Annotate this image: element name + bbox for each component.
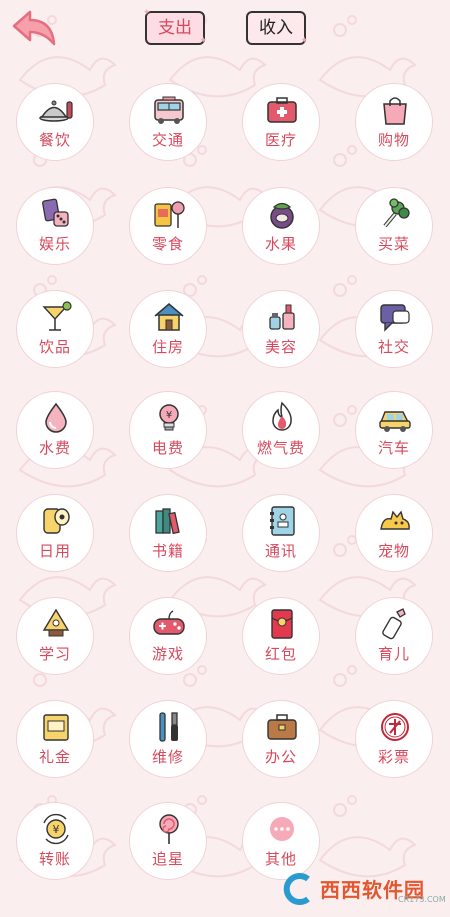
svg-text:¥: ¥ bbox=[166, 410, 172, 421]
category-repair[interactable]: 维修 bbox=[129, 700, 207, 778]
category-label: 娱乐 bbox=[38, 235, 71, 253]
category-shopping[interactable]: 购物 bbox=[355, 83, 433, 161]
category-transfer[interactable]: ¥ 转账 bbox=[16, 802, 94, 880]
category-label: 医疗 bbox=[264, 131, 297, 149]
category-label: 日用 bbox=[38, 542, 71, 560]
category-gift-money[interactable]: 礼金 bbox=[16, 700, 94, 778]
category-label: 通讯 bbox=[264, 542, 297, 560]
category-telecom[interactable]: 通讯 bbox=[242, 494, 320, 572]
water-drop-icon bbox=[45, 402, 67, 433]
category-label: 燃气费 bbox=[256, 439, 305, 457]
category-games[interactable]: 游戏 bbox=[129, 597, 207, 675]
category-pets[interactable]: 宠物 bbox=[355, 494, 433, 572]
category-label: 其他 bbox=[264, 850, 297, 868]
category-childcare[interactable]: 育儿 bbox=[355, 597, 433, 675]
category-beauty[interactable]: 美容 bbox=[242, 290, 320, 368]
car-icon bbox=[379, 411, 411, 432]
category-label: 住房 bbox=[151, 338, 184, 356]
tools-icon bbox=[159, 712, 178, 742]
category-fandom[interactable]: 追星 bbox=[129, 802, 207, 880]
graduation-icon bbox=[42, 608, 70, 637]
category-label: 交通 bbox=[151, 131, 184, 149]
category-label: 购物 bbox=[377, 131, 410, 149]
category-label: 学习 bbox=[38, 645, 71, 663]
gamepad-icon bbox=[153, 610, 185, 635]
category-dining[interactable]: 餐饮 bbox=[16, 83, 94, 161]
category-housing[interactable]: 住房 bbox=[129, 290, 207, 368]
more-icon bbox=[270, 817, 294, 841]
category-label: 零食 bbox=[151, 235, 184, 253]
category-water-bill[interactable]: 水费 bbox=[16, 391, 94, 469]
vegetable-icon bbox=[383, 198, 410, 228]
category-drinks[interactable]: 饮品 bbox=[16, 290, 94, 368]
category-social[interactable]: 社交 bbox=[355, 290, 433, 368]
category-label: 维修 bbox=[151, 748, 184, 766]
category-red-envelope[interactable]: 红包 bbox=[242, 597, 320, 675]
red-envelope-icon bbox=[271, 609, 293, 639]
lottery-icon bbox=[381, 713, 409, 741]
category-lottery[interactable]: 彩票 bbox=[355, 700, 433, 778]
baby-bottle-icon bbox=[382, 608, 406, 640]
category-label: 彩票 bbox=[377, 748, 410, 766]
cocktail-icon bbox=[42, 301, 72, 331]
dining-icon bbox=[39, 100, 73, 122]
house-icon bbox=[154, 303, 184, 331]
category-label: 追星 bbox=[151, 850, 184, 868]
briefcase-icon bbox=[267, 714, 297, 740]
category-fruit[interactable]: 水果 bbox=[242, 187, 320, 265]
svg-text:¥: ¥ bbox=[53, 823, 60, 836]
chat-icon bbox=[380, 304, 410, 332]
category-label: 水果 bbox=[264, 235, 297, 253]
category-snacks[interactable]: 零食 bbox=[129, 187, 207, 265]
category-label: 水费 bbox=[38, 439, 71, 457]
category-study[interactable]: 学习 bbox=[16, 597, 94, 675]
category-label: 育儿 bbox=[377, 645, 410, 663]
watermark-logo-icon bbox=[283, 873, 310, 905]
shopping-bag-icon bbox=[383, 97, 407, 125]
category-label: 礼金 bbox=[38, 748, 71, 766]
watermark: 西西软件园 CR173.COM bbox=[280, 871, 446, 907]
toilet-paper-icon bbox=[43, 508, 70, 534]
snack-lollipop-icon bbox=[154, 201, 185, 228]
category-label: 买菜 bbox=[377, 235, 410, 253]
category-grid: 餐饮 交通 医疗 购物 娱乐 零食 水果 买菜 饮品 住房 美容 社交 水费 ¥… bbox=[0, 0, 450, 917]
category-daily-use[interactable]: 日用 bbox=[16, 494, 94, 572]
dice-cards-icon bbox=[42, 198, 69, 227]
address-book-icon bbox=[270, 506, 295, 536]
watermark-subtext: CR173.COM bbox=[398, 895, 446, 904]
medical-kit-icon bbox=[267, 97, 297, 123]
category-electricity[interactable]: ¥ 电费 bbox=[129, 391, 207, 469]
cosmetics-icon bbox=[269, 304, 295, 330]
gift-money-icon bbox=[43, 714, 69, 741]
category-label: 美容 bbox=[264, 338, 297, 356]
category-label: 汽车 bbox=[377, 439, 410, 457]
category-books[interactable]: 书籍 bbox=[129, 494, 207, 572]
category-entertainment[interactable]: 娱乐 bbox=[16, 187, 94, 265]
mangosteen-icon bbox=[270, 202, 294, 229]
category-groceries[interactable]: 买菜 bbox=[355, 187, 433, 265]
category-office[interactable]: 办公 bbox=[242, 700, 320, 778]
category-transport[interactable]: 交通 bbox=[129, 83, 207, 161]
category-other[interactable]: 其他 bbox=[242, 802, 320, 880]
category-label: 餐饮 bbox=[38, 131, 71, 149]
pet-cat-icon bbox=[380, 510, 410, 530]
category-label: 红包 bbox=[264, 645, 297, 663]
books-icon bbox=[155, 508, 180, 535]
category-label: 转账 bbox=[38, 850, 71, 868]
category-label: 游戏 bbox=[151, 645, 184, 663]
transfer-icon: ¥ bbox=[43, 813, 69, 845]
category-label: 电费 bbox=[151, 439, 184, 457]
category-label: 社交 bbox=[377, 338, 410, 356]
category-label: 饮品 bbox=[38, 338, 71, 356]
category-label: 宠物 bbox=[377, 542, 410, 560]
lightbulb-icon: ¥ bbox=[159, 404, 179, 431]
category-label: 书籍 bbox=[151, 542, 184, 560]
category-car[interactable]: 汽车 bbox=[355, 391, 433, 469]
category-medical[interactable]: 医疗 bbox=[242, 83, 320, 161]
flame-icon bbox=[272, 401, 292, 431]
category-gas[interactable]: 燃气费 bbox=[242, 391, 320, 469]
bus-icon bbox=[154, 96, 184, 124]
category-label: 办公 bbox=[264, 748, 297, 766]
lollipop-icon bbox=[159, 814, 179, 844]
